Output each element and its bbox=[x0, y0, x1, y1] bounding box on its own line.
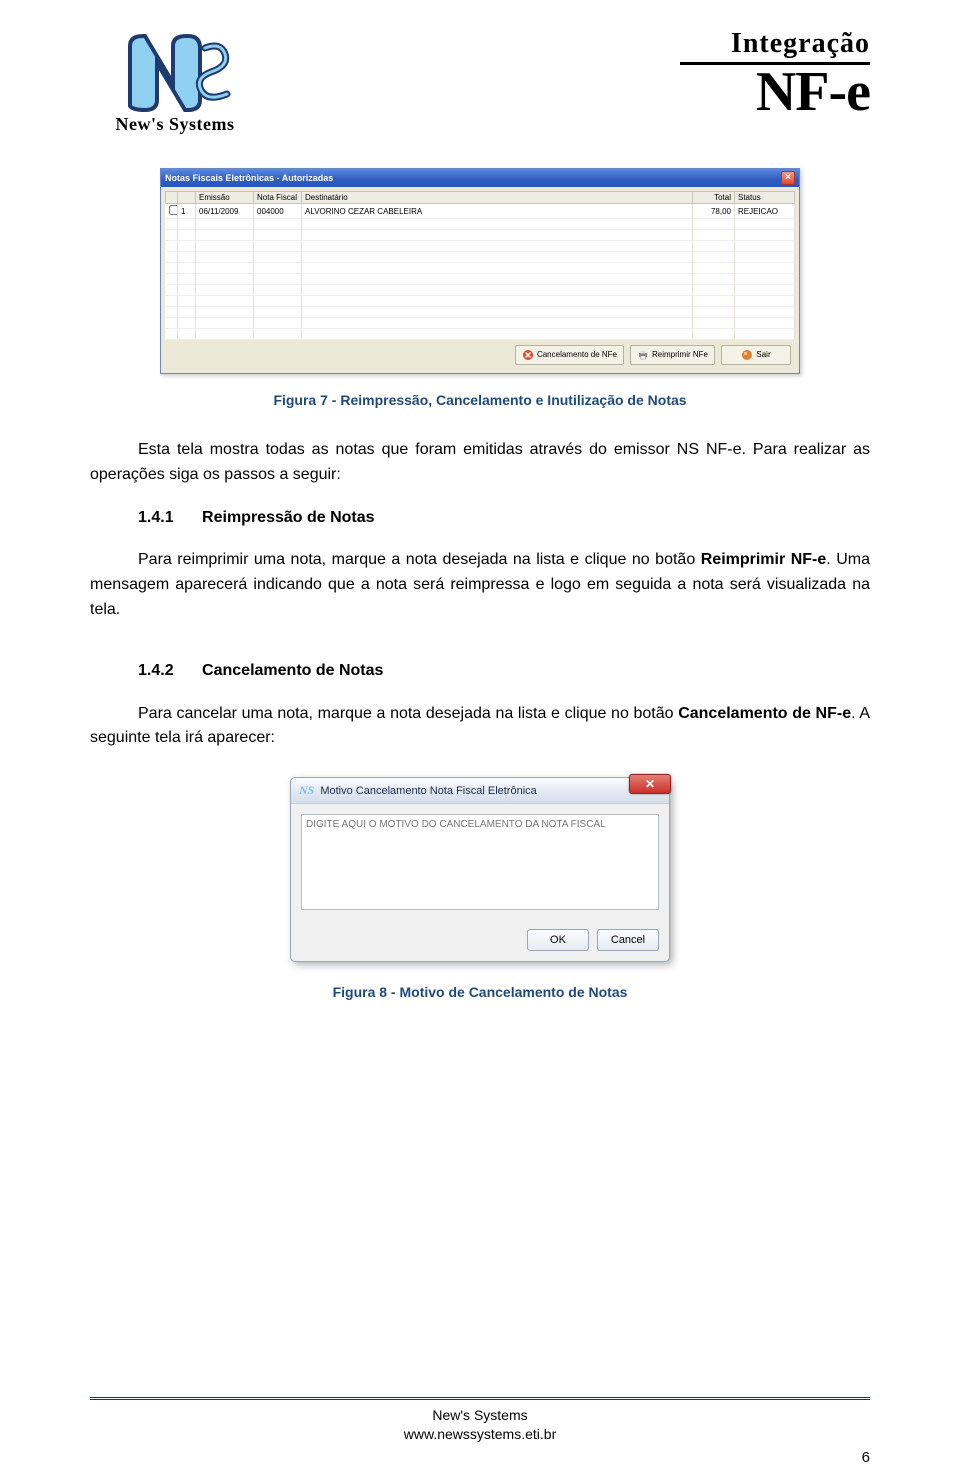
footer-rule bbox=[90, 1397, 870, 1400]
footer-line1: New's Systems bbox=[90, 1406, 870, 1425]
notas-autorizadas-window: Notas Fiscais Eletrônicas - Autorizadas … bbox=[160, 168, 800, 374]
printer-icon bbox=[637, 349, 649, 361]
table-header-row: Emissão Nota Fiscal Destinatário Total S… bbox=[166, 192, 795, 204]
logo-left: New's Systems bbox=[90, 28, 260, 135]
section-142-body: Para cancelar uma nota, marque a nota de… bbox=[90, 702, 870, 752]
cancelamento-nfe-button[interactable]: Cancelamento de NFe bbox=[515, 345, 624, 365]
notas-table: Emissão Nota Fiscal Destinatário Total S… bbox=[165, 191, 795, 340]
logo-right-line1: Integração bbox=[680, 28, 870, 60]
page-footer: New's Systems www.newssystems.eti.br 6 bbox=[90, 1397, 870, 1444]
section-title: Cancelamento de Notas bbox=[202, 662, 383, 679]
col-status: Status bbox=[735, 192, 795, 204]
motivo-input[interactable] bbox=[301, 814, 659, 910]
row-status: REJEICAO bbox=[735, 204, 795, 219]
window-title: Notas Fiscais Eletrônicas - Autorizadas bbox=[165, 173, 333, 183]
window-button-row: Cancelamento de NFe Reimprimir NFe Sair bbox=[165, 340, 795, 369]
figure7-caption: Figura 7 - Reimpressão, Cancelamento e I… bbox=[90, 392, 870, 408]
dialog-title: Motivo Cancelamento Nota Fiscal Eletrôni… bbox=[320, 785, 536, 797]
button-label: OK bbox=[550, 934, 566, 946]
close-icon[interactable]: × bbox=[781, 171, 795, 185]
row-checkbox[interactable] bbox=[166, 204, 178, 219]
table-row[interactable]: 1 06/11/2009 004000 ALVORINO CEZAR CABEL… bbox=[166, 204, 795, 219]
col-check bbox=[166, 192, 178, 204]
ok-button[interactable]: OK bbox=[527, 929, 589, 951]
button-label: Cancel bbox=[611, 934, 645, 946]
ns-logo-icon bbox=[115, 28, 235, 118]
row-nf: 004000 bbox=[254, 204, 302, 219]
logo-left-text: New's Systems bbox=[116, 114, 235, 135]
row-dest: ALVORINO CEZAR CABELEIRA bbox=[302, 204, 693, 219]
logo-right: Integração NF-e bbox=[680, 28, 870, 117]
footer-line2: www.newssystems.eti.br bbox=[90, 1425, 870, 1444]
page-header: New's Systems Integração NF-e bbox=[90, 28, 870, 168]
ns-mini-icon: NS bbox=[299, 783, 314, 798]
body-text-a: Para cancelar uma nota, marque a nota de… bbox=[138, 705, 678, 722]
col-total: Total bbox=[693, 192, 735, 204]
col-emissao: Emissão bbox=[196, 192, 254, 204]
close-icon[interactable]: ✕ bbox=[629, 774, 671, 794]
section-142-heading: 1.4.2 Cancelamento de Notas bbox=[90, 659, 870, 684]
section-141-heading: 1.4.1 Reimpressão de Notas bbox=[90, 506, 870, 531]
sair-button[interactable]: Sair bbox=[721, 345, 791, 365]
row-total: 78,00 bbox=[693, 204, 735, 219]
row-emissao: 06/11/2009 bbox=[196, 204, 254, 219]
intro-paragraph: Esta tela mostra todas as notas que fora… bbox=[90, 438, 870, 488]
button-label: Reimprimir NFe bbox=[652, 351, 708, 359]
figure8-caption: Figura 8 - Motivo de Cancelamento de Not… bbox=[90, 984, 870, 1000]
motivo-cancelamento-dialog: NS Motivo Cancelamento Nota Fiscal Eletr… bbox=[290, 777, 670, 962]
dialog-titlebar: NS Motivo Cancelamento Nota Fiscal Eletr… bbox=[291, 778, 669, 804]
section-141-body: Para reimprimir uma nota, marque a nota … bbox=[90, 548, 870, 622]
dialog-button-row: OK Cancel bbox=[291, 923, 669, 961]
body-text-a: Para reimprimir uma nota, marque a nota … bbox=[138, 551, 701, 568]
button-label: Cancelamento de NFe bbox=[537, 351, 617, 359]
body-bold: Reimprimir NF-e bbox=[701, 551, 827, 568]
body-bold: Cancelamento de NF-e bbox=[678, 705, 851, 722]
col-destinatario: Destinatário bbox=[302, 192, 693, 204]
row-num: 1 bbox=[178, 204, 196, 219]
logo-right-line2: NF-e bbox=[680, 67, 870, 117]
window-titlebar: Notas Fiscais Eletrônicas - Autorizadas … bbox=[161, 169, 799, 187]
page-number: 6 bbox=[862, 1449, 870, 1466]
exit-icon bbox=[741, 349, 753, 361]
cancel-button[interactable]: Cancel bbox=[597, 929, 659, 951]
button-label: Sair bbox=[756, 351, 770, 359]
section-number: 1.4.1 bbox=[138, 509, 174, 526]
reimprimir-nfe-button[interactable]: Reimprimir NFe bbox=[630, 345, 715, 365]
section-title: Reimpressão de Notas bbox=[202, 509, 375, 526]
section-number: 1.4.2 bbox=[138, 662, 174, 679]
cancel-icon bbox=[522, 349, 534, 361]
col-num bbox=[178, 192, 196, 204]
col-notafiscal: Nota Fiscal bbox=[254, 192, 302, 204]
